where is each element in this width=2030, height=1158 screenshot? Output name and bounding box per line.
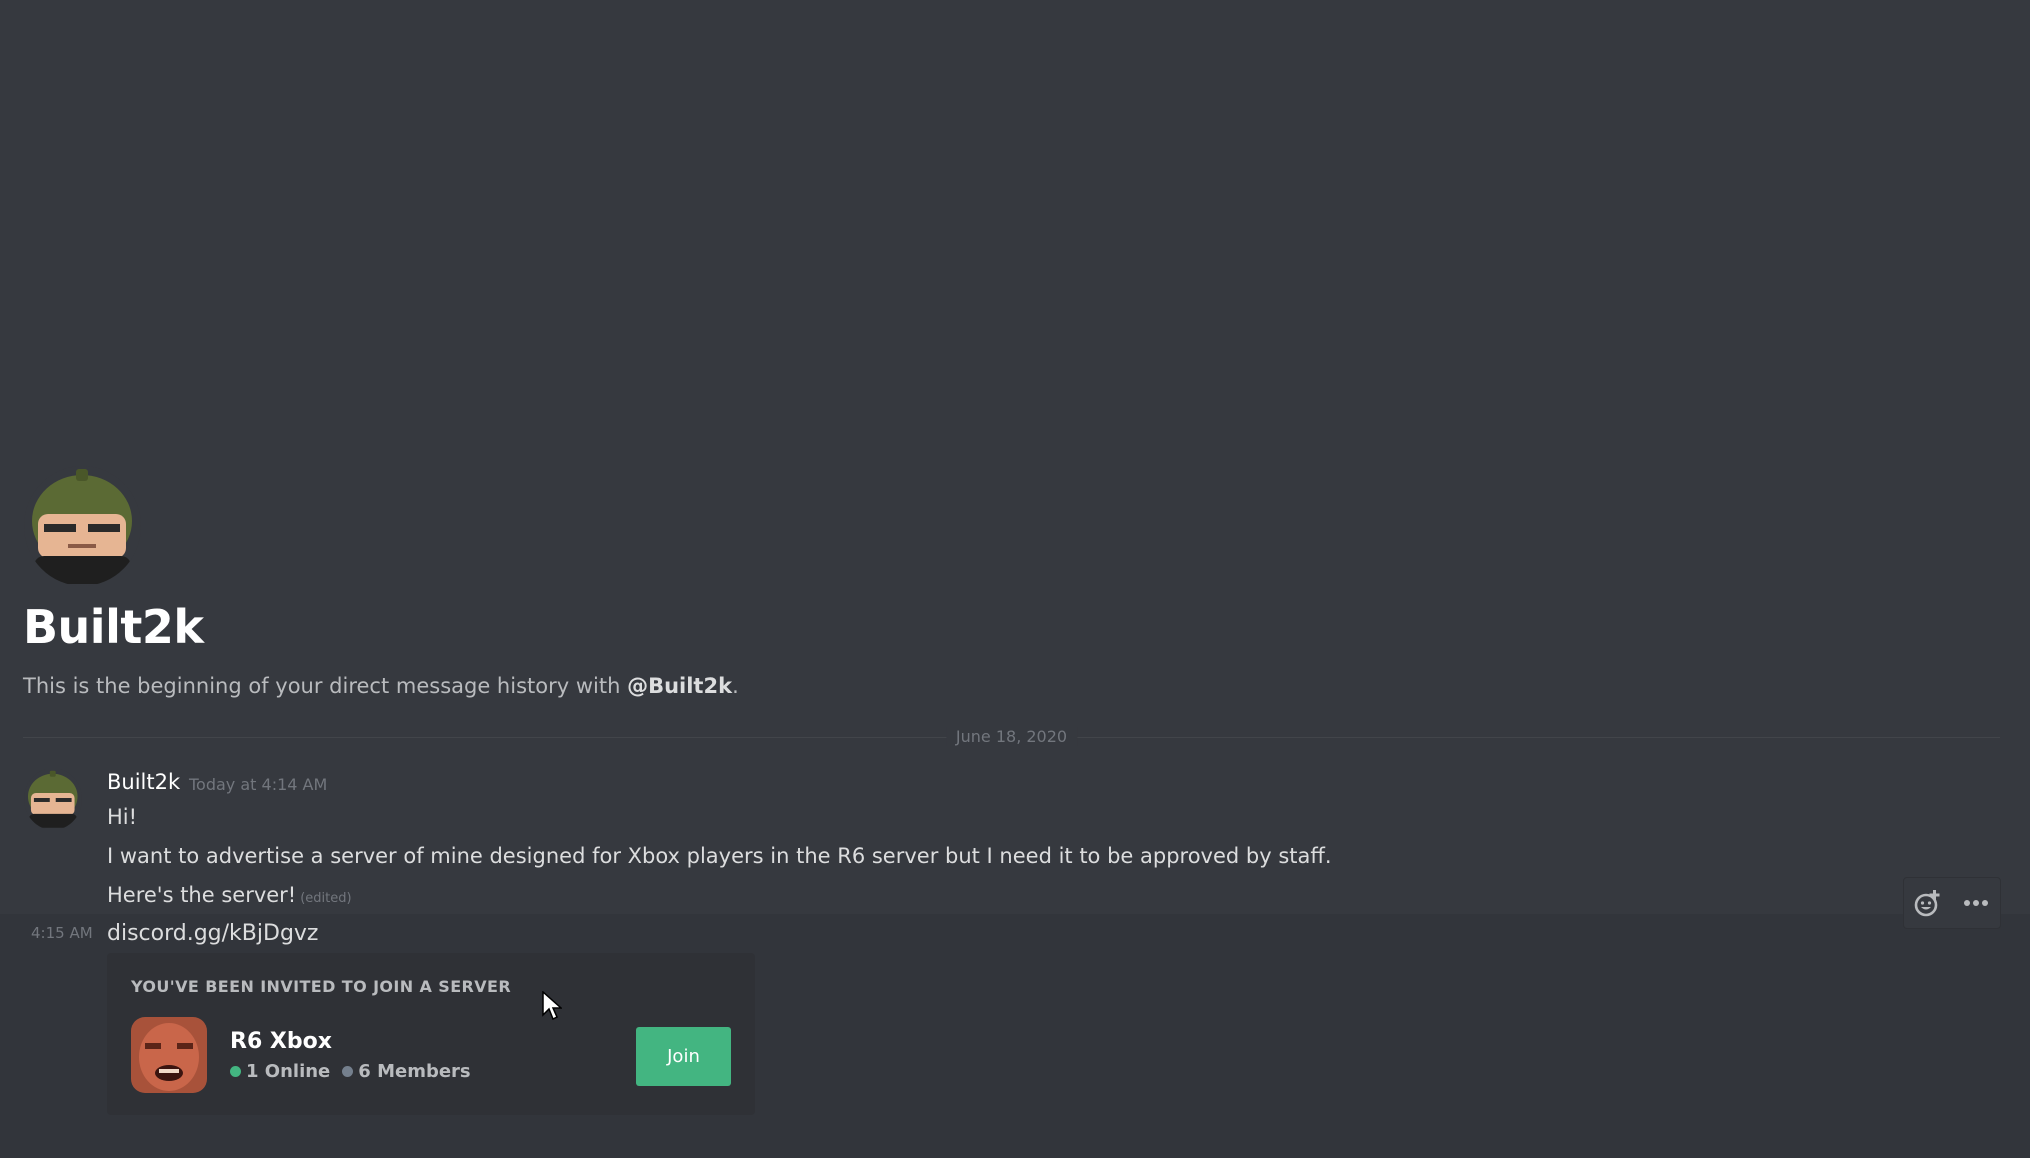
online-status-icon [230,1066,241,1077]
message-action-toolbar [1903,877,2001,929]
dm-title: Built2k [23,600,204,654]
message-line: Here's the server! (edited) [107,883,352,907]
edited-label: (edited) [300,891,352,906]
server-name: R6 Xbox [230,1029,332,1054]
followup-timestamp: 4:15 AM [31,924,93,942]
message-timestamp: Today at 4:14 AM [189,775,328,794]
more-options-icon[interactable] [1959,886,1993,920]
member-count: 6 Members [358,1061,471,1082]
invite-link[interactable]: discord.gg/kBjDgvz [107,921,318,946]
add-reaction-icon[interactable] [1911,886,1945,920]
server-icon[interactable] [131,1017,207,1093]
mouse-cursor-icon [542,991,562,1021]
server-stats: 1 Online 6 Members [230,1061,471,1082]
message-author[interactable]: Built2k [107,770,180,794]
message-avatar[interactable] [24,768,82,830]
invite-heading: YOU'VE BEEN INVITED TO JOIN A SERVER [131,977,512,996]
server-invite-card: YOU'VE BEEN INVITED TO JOIN A SERVER R6 … [107,953,755,1115]
online-count: 1 Online [246,1061,331,1082]
message-line: I want to advertise a server of mine des… [107,844,1332,868]
date-divider: June 18, 2020 [23,727,2000,746]
members-status-icon [342,1066,354,1077]
date-divider-label: June 18, 2020 [945,727,1078,746]
message-line: Hi! [107,805,138,829]
join-button[interactable]: Join [636,1027,731,1086]
dm-intro-text: This is the beginning of your direct mes… [23,674,739,698]
user-mention[interactable]: @Built2k [627,674,732,698]
dm-profile-avatar[interactable] [24,466,141,586]
